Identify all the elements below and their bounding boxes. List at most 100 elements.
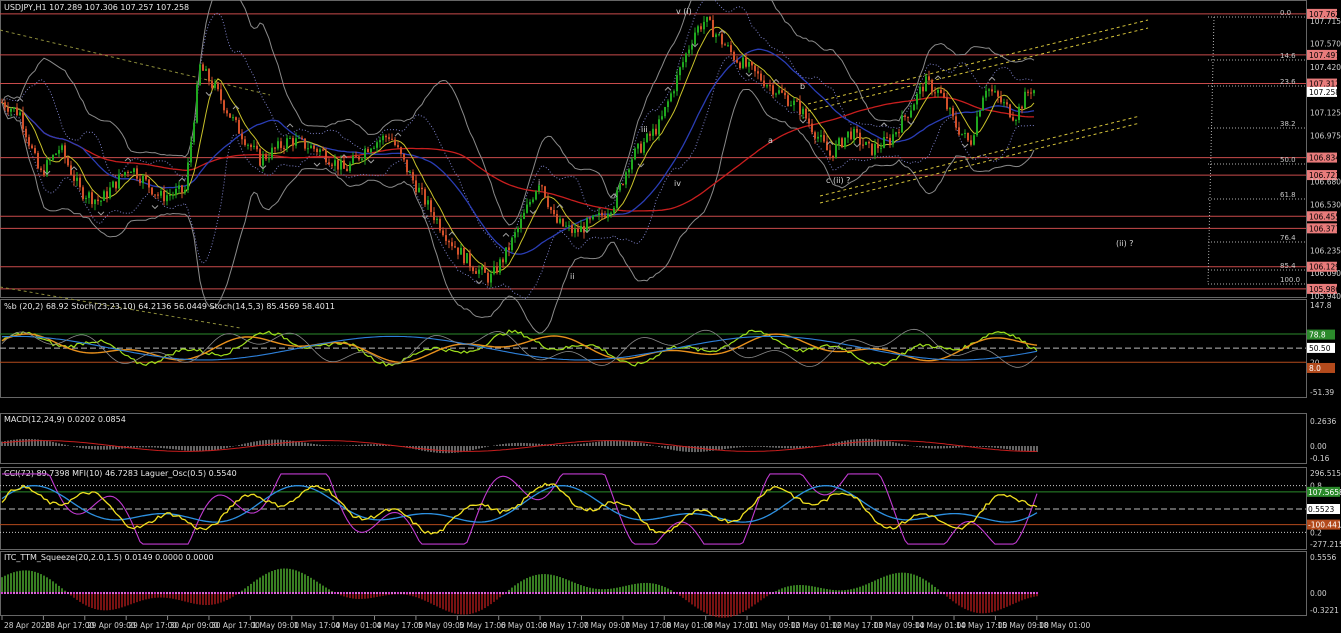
lower-band [1,56,1035,299]
candle-body [223,100,225,111]
arrow-down-icon [853,143,861,148]
squeeze-dot [1002,591,1006,595]
macd-panel[interactable]: MACD(12,24,9) 0.0202 0.0854 0.2636 0.00 -0… [1,415,1336,463]
candle-body [526,204,528,213]
squeeze-dot [825,591,829,595]
candle-body [325,150,327,163]
candle-body [430,200,432,213]
squeeze-dot [630,591,634,595]
candle-body [424,189,426,205]
candle-body [604,215,606,218]
candle-body [955,116,957,128]
candle-body [418,187,420,193]
price-tick-label: 107.715 [1310,17,1341,26]
squeeze-dot [246,591,250,595]
fib-label: 14.6 [1280,52,1296,60]
squeeze-dot [513,591,517,595]
candle-body [439,218,441,231]
squeeze-dot [963,591,967,595]
squeeze-dot [522,591,526,595]
cci-mfi-panel[interactable]: CCI(72) 89.7398 MFI(10) 46.7283 Laguer_O… [0,469,1341,549]
squeeze-dot [21,591,25,595]
candle-body [352,155,354,164]
arrow-down-icon [745,72,753,77]
squeeze-dot [606,591,610,595]
squeeze-dot [834,591,838,595]
candle-body [379,140,381,143]
squeeze-dot [624,591,628,595]
arrow-down-icon [97,211,105,216]
candle-body [781,90,783,93]
candle-body [688,49,690,54]
candle-body [94,199,96,205]
squeeze-dot [747,591,751,595]
squeeze-dot [354,591,358,595]
squeeze-dot [573,591,577,595]
candle-body [523,212,525,219]
squeeze-dot [3,591,7,595]
ttm-squeeze-panel[interactable]: ITC_TTM_Squeeze(20,2.0,1.5) 0.0149 0.000… [0,553,1339,618]
candle-body [652,128,654,136]
squeeze-dot [48,591,52,595]
squeeze-dot [291,591,295,595]
squeeze-dot [501,591,505,595]
candle-body [919,86,921,94]
squeeze-dot [693,591,697,595]
candle-body [13,107,15,109]
candle-body [58,149,60,154]
candle-body [151,187,153,195]
squeeze-dot [552,591,556,595]
wave-label: ii [570,272,574,281]
squeeze-dot [855,591,859,595]
candle-body [847,131,849,138]
candle-body [427,200,429,205]
candle-body [736,60,738,63]
candle-body [739,62,741,69]
price-chart-panel[interactable]: 0.0 14.6 23.6 38.2 50.0 61.8 76.4 85.4 100.0 v (… [0,0,1306,334]
candle-body [169,195,171,197]
squeeze-dot [795,591,799,595]
candle-body [415,180,417,193]
candle-body [4,102,6,108]
candle-body [460,247,462,255]
squeeze-dot [867,591,871,595]
fib-label: 50.0 [1280,156,1296,164]
squeeze-dot [576,591,580,595]
squeeze-dot [627,591,631,595]
candle-body [889,137,891,145]
candle-body [958,127,960,135]
squeeze-dot [96,591,100,595]
squeeze-dot [822,591,826,595]
squeeze-dot [657,591,661,595]
stochastic-panel[interactable]: %b (20,2) 68.92 Stoch(23,23,10) 64.2136 … [0,301,1335,397]
candle-body [241,133,243,140]
squeeze-dot [699,591,703,595]
candle-body [820,135,822,137]
squeeze-dot [528,591,532,595]
candle-body [268,158,270,160]
squeeze-dot [516,591,520,595]
squeeze-dot [705,591,709,595]
candle-body [397,145,399,148]
price-tick-label: 106.235 [1310,246,1341,255]
squeeze-dot [231,591,235,595]
candle-body [637,143,639,149]
squeeze-dot [351,591,355,595]
wave-label: v (i) [676,7,692,16]
squeeze-dot [237,591,241,595]
macd-scale-label: -0.16 [1310,454,1330,463]
squeeze-dot [144,591,148,595]
time-label: 18 May 01:00 [1039,621,1091,630]
candle-body [904,115,906,117]
wave-label: iv [674,179,681,188]
candle-body [1021,106,1023,109]
candle-body [700,26,702,30]
candle-body [160,190,162,196]
squeeze-dot [612,591,616,595]
trading-chart[interactable]: 0.0 14.6 23.6 38.2 50.0 61.8 76.4 85.4 100.0 v (… [0,0,1341,633]
candle-body [742,57,744,69]
candle-body [973,135,975,145]
candle-body [181,185,183,193]
candle-body [772,85,774,95]
squeeze-dot [195,591,199,595]
